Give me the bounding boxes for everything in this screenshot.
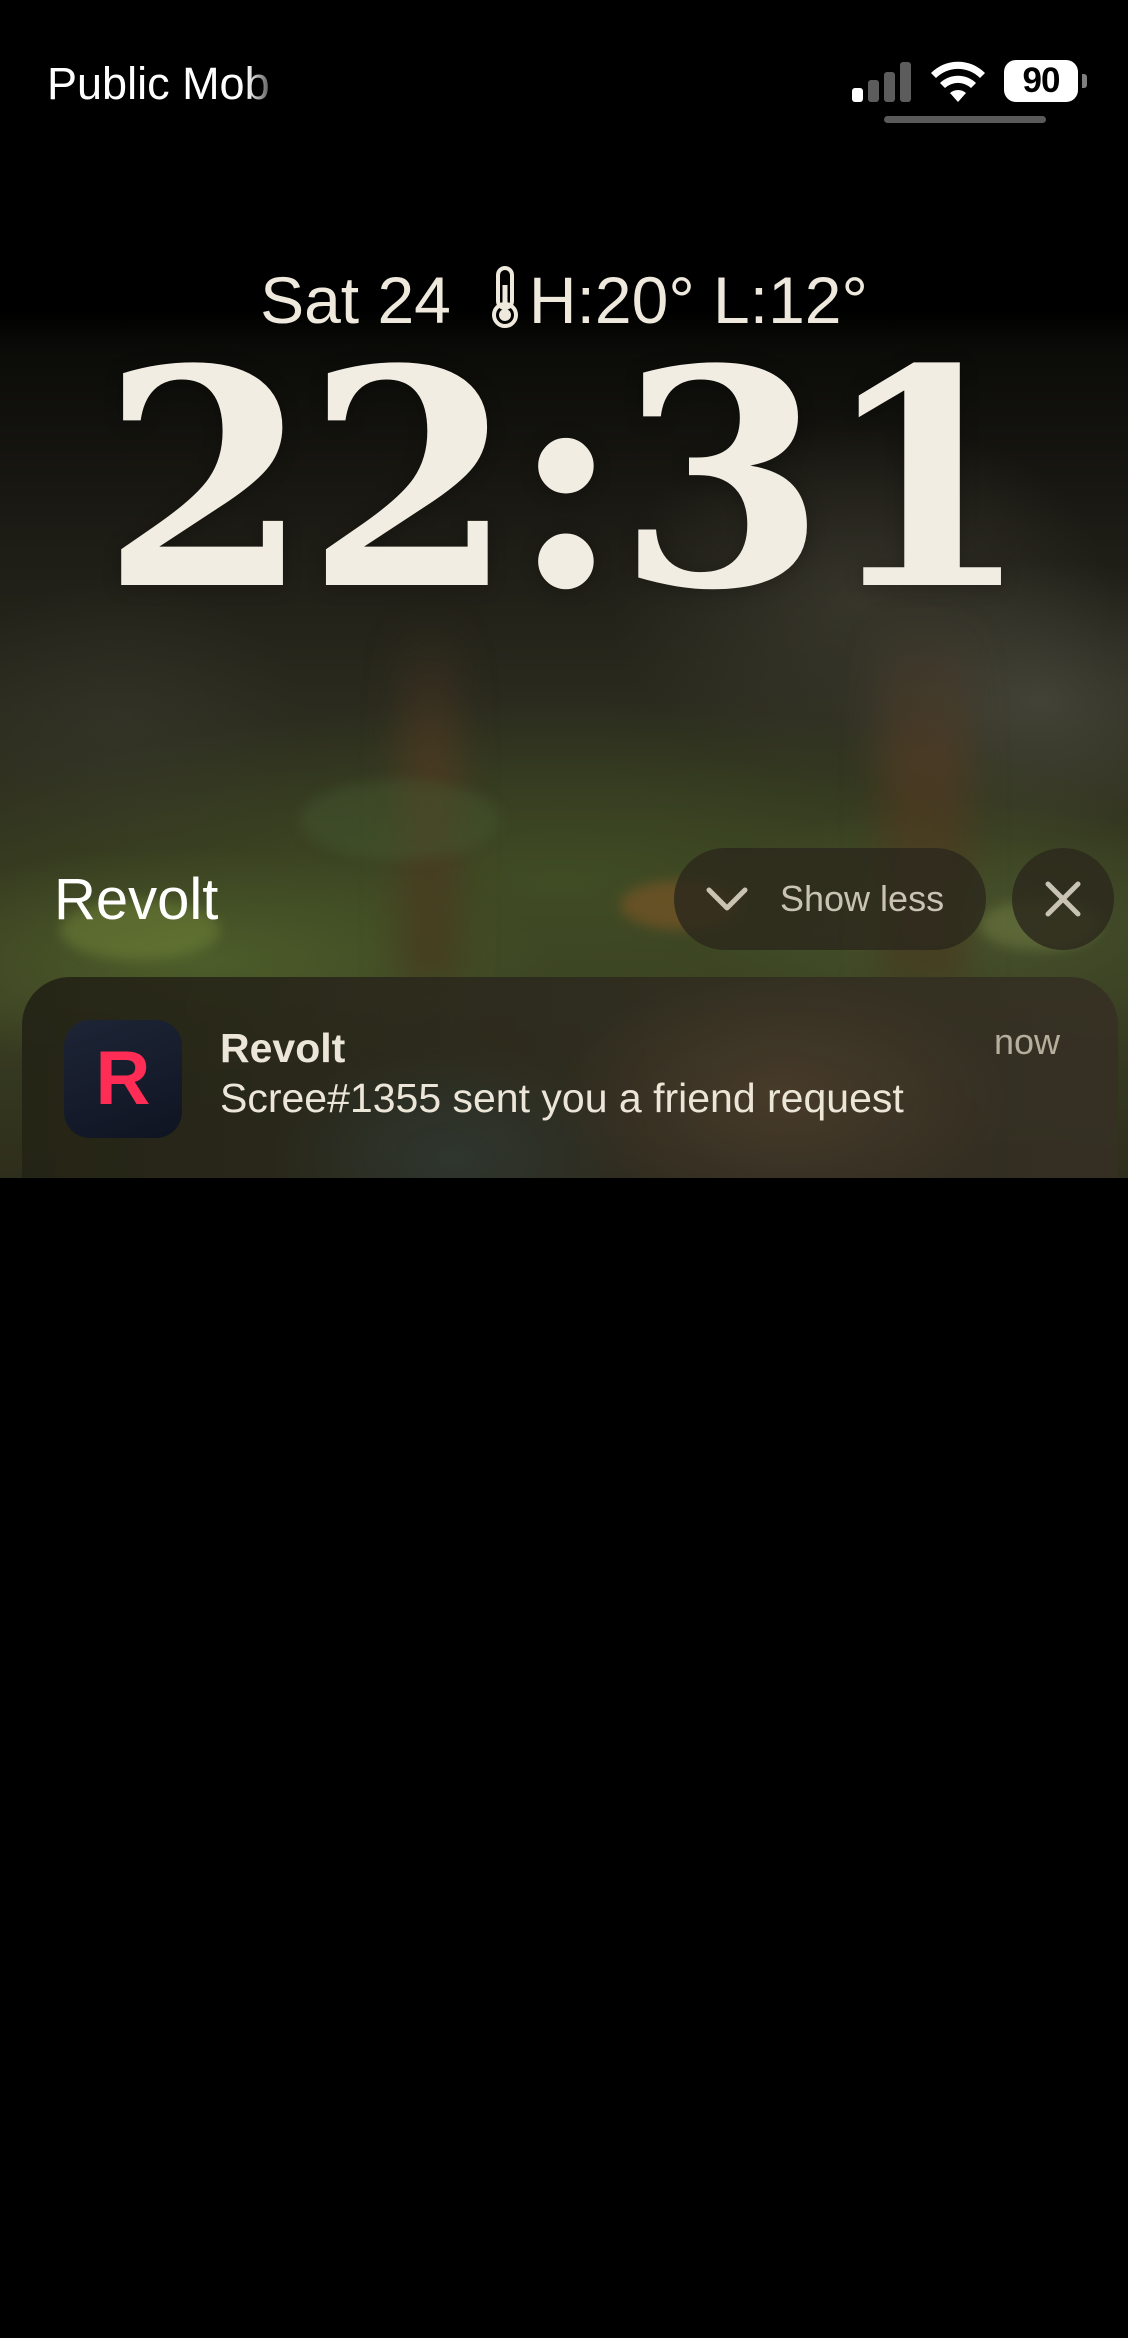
app-icon-letter: R — [95, 1036, 151, 1121]
battery-nub — [1082, 74, 1087, 88]
lock-screen-clock[interactable]: 22:31 — [0, 330, 1128, 630]
wifi-icon — [931, 61, 985, 102]
signal-bar — [884, 72, 895, 102]
notification-group-title: Revolt — [54, 867, 219, 932]
chevron-down-icon — [706, 887, 748, 911]
status-bar: Public Mob 90 — [0, 0, 1128, 140]
close-icon — [1045, 881, 1081, 917]
notification-card[interactable]: R Revolt now Scree#1355 sent you a frien… — [22, 977, 1118, 1178]
battery-percentage: 90 — [1022, 61, 1061, 100]
carrier-name: Public Mob — [47, 58, 270, 109]
signal-bar — [900, 62, 911, 102]
clear-notifications-button[interactable] — [1012, 848, 1114, 950]
battery-body: 90 — [1004, 60, 1078, 102]
signal-bar — [852, 88, 863, 102]
show-less-label: Show less — [780, 878, 945, 919]
status-indicator-line — [884, 116, 1046, 123]
wallpaper-foliage — [300, 780, 500, 860]
notification-app-name: Revolt — [220, 1025, 346, 1071]
revolt-app-icon: R — [64, 1020, 182, 1138]
notification-message: Scree#1355 sent you a friend request — [220, 1075, 904, 1121]
show-less-button[interactable]: Show less — [674, 848, 986, 950]
notification-time: now — [993, 1021, 1060, 1062]
signal-bar — [868, 80, 879, 102]
cellular-signal-icon — [852, 62, 914, 102]
battery-icon: 90 — [1004, 60, 1087, 102]
